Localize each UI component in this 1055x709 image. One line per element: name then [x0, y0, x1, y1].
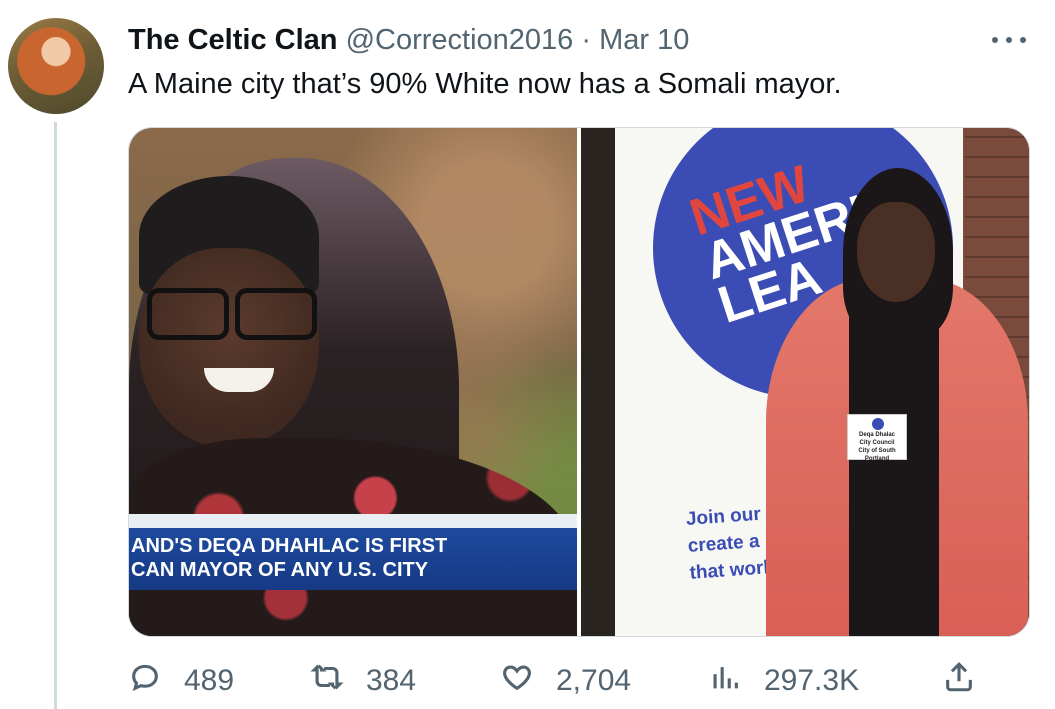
reply-icon: [128, 660, 162, 702]
retweet-icon: [310, 660, 344, 702]
person-face-right: [857, 202, 935, 302]
action-bar: 489 384 2,704 297.3K: [128, 658, 978, 704]
thread-line: [54, 122, 57, 709]
views-button[interactable]: 297.3K: [708, 658, 859, 704]
chyron-line-1: AND'S DEQA DHAHLAC IS FIRST: [131, 535, 448, 557]
author-handle[interactable]: @Correction2016: [346, 24, 574, 56]
media-photo-left[interactable]: AND'S DEQA DHAHLAC IS FIRST CAN MAYOR OF…: [129, 128, 577, 636]
more-options-icon[interactable]: [992, 30, 1026, 50]
views-count: 297.3K: [764, 664, 860, 697]
badge-name: Deqa Dhalac: [858, 432, 895, 438]
name-badge: Deqa Dhalac City Council City of South P…: [847, 414, 907, 462]
retweet-count: 384: [366, 664, 417, 697]
share-button[interactable]: [942, 658, 976, 704]
retweet-button[interactable]: 384: [310, 658, 416, 704]
news-chyron: AND'S DEQA DHAHLAC IS FIRST CAN MAYOR OF…: [129, 514, 577, 590]
media-photo-right[interactable]: NEW AMERIC LEA Join our create a that wo…: [581, 128, 1029, 636]
reply-button[interactable]: 489: [128, 658, 234, 704]
tweet-header: The Celtic Clan @Correction2016 · Mar 10: [128, 20, 689, 60]
like-count: 2,704: [556, 664, 632, 697]
tweet-date[interactable]: Mar 10: [599, 24, 689, 56]
tweet-text: A Maine city that’s 90% White now has a …: [128, 68, 842, 100]
heart-icon: [500, 660, 534, 702]
chyron-line-2: CAN MAYOR OF ANY U.S. CITY: [131, 559, 429, 581]
tweet-media[interactable]: AND'S DEQA DHAHLAC IS FIRST CAN MAYOR OF…: [128, 127, 1030, 637]
avatar[interactable]: [8, 18, 104, 114]
share-icon: [942, 660, 976, 702]
separator-dot: ·: [581, 24, 592, 56]
badge-org: City of South Portland: [858, 448, 896, 462]
wall: [581, 128, 617, 636]
badge-logo-icon: [872, 418, 884, 430]
person-face: [139, 248, 319, 448]
badge-title: City Council: [859, 440, 895, 446]
reply-count: 489: [184, 664, 235, 697]
author-name[interactable]: The Celtic Clan: [128, 24, 338, 56]
like-button[interactable]: 2,704: [500, 658, 631, 704]
glasses: [147, 288, 317, 340]
analytics-icon: [708, 660, 742, 702]
